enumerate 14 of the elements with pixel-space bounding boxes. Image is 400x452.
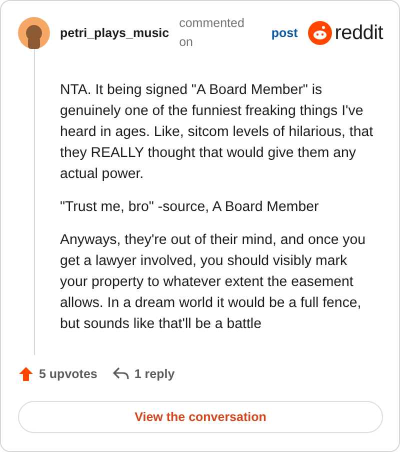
comment-paragraph: Anyways, they're out of their mind, and once you get a lawyer involved, you should visibly mark your property to whatever extent the easement allows. In a dream world it would be a full fence, but sounds like that'll be a battle <box>60 231 367 334</box>
logo-text: reddit <box>334 23 383 43</box>
upvote-count: 5 upvotes <box>39 366 98 383</box>
reply-icon[interactable] <box>113 367 130 381</box>
comment-paragraph: NTA. It being signed "A Board Member" is genuinely one of the funniest freaking things I've heard in ages. Like, sitcom levels of hilarious, that they REALLY thought that would give them any actual power. <box>60 81 374 184</box>
reply-count: 1 reply <box>134 366 175 383</box>
action-text: commented on <box>179 15 246 51</box>
view-conversation-button[interactable]: View the conversation <box>18 401 383 433</box>
avatar-icon <box>18 17 50 49</box>
upvote-icon[interactable] <box>18 366 34 382</box>
logo-icon <box>308 21 332 45</box>
post-link[interactable]: post <box>271 24 298 42</box>
comment-paragraph: "Trust me, bro" -source, A Board Member <box>60 198 320 217</box>
username[interactable]: petri_plays_music <box>60 24 170 42</box>
